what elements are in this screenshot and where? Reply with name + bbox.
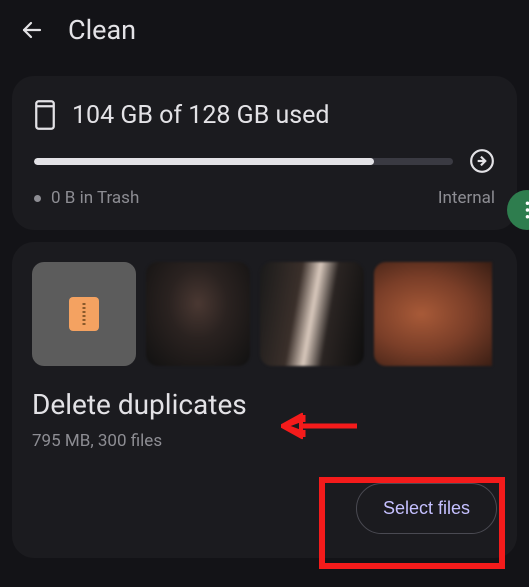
duplicates-subtitle: 795 MB, 300 files [32, 431, 497, 451]
arrow-circle-right-icon[interactable] [469, 148, 495, 174]
thumbnail-photo[interactable] [146, 262, 250, 366]
storage-progress-bar [34, 158, 453, 165]
more-vert-icon [525, 201, 529, 219]
duplicate-thumbnails [32, 262, 497, 366]
storage-location: Internal [438, 188, 495, 208]
arrow-left-icon [20, 18, 44, 42]
duplicates-actions: Select files [32, 483, 497, 534]
trash-text: 0 B in Trash [51, 188, 139, 208]
phone-icon [34, 100, 56, 130]
storage-used-text: 104 GB of 128 GB used [72, 101, 330, 130]
duplicates-title: Delete duplicates [32, 388, 497, 421]
storage-header: 104 GB of 128 GB used [34, 100, 495, 130]
page-title: Clean [68, 14, 136, 46]
storage-progress-row [34, 148, 495, 174]
storage-footer: 0 B in Trash Internal [34, 188, 495, 208]
dot-icon [34, 195, 41, 202]
thumbnail-photo[interactable] [260, 262, 364, 366]
back-button[interactable] [18, 16, 46, 44]
thumbnail-photo[interactable] [374, 262, 492, 366]
storage-progress-fill [34, 158, 374, 165]
storage-card[interactable]: 104 GB of 128 GB used 0 B in Trash Inter… [12, 76, 517, 230]
trash-info: 0 B in Trash [34, 188, 139, 208]
app-header: Clean [0, 0, 529, 60]
zip-file-icon [69, 297, 99, 331]
thumbnail-zip[interactable] [32, 262, 136, 366]
duplicates-card: Delete duplicates 795 MB, 300 files Sele… [12, 242, 517, 558]
select-files-button[interactable]: Select files [356, 483, 497, 534]
